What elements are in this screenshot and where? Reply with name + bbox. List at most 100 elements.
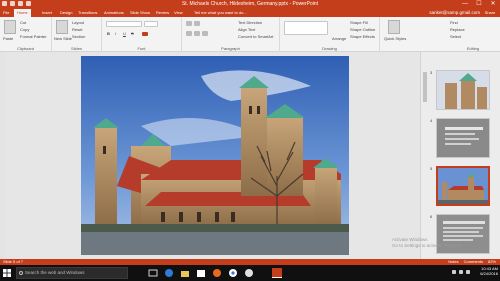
volume-icon[interactable] bbox=[459, 270, 463, 274]
thumbnail-box[interactable] bbox=[436, 70, 490, 110]
tab-view[interactable]: View bbox=[174, 9, 183, 17]
shape-effects-button[interactable]: Shape Effects bbox=[350, 34, 375, 39]
align-text-button[interactable]: Align Text bbox=[238, 27, 255, 32]
thumbnail-number: 5 bbox=[430, 166, 433, 171]
ribbon: Paste Cut Copy Format Painter Clipboard … bbox=[0, 17, 500, 52]
font-color-icon[interactable] bbox=[142, 32, 148, 36]
tab-design[interactable]: Design bbox=[60, 9, 72, 17]
firefox-icon[interactable] bbox=[212, 268, 222, 278]
strikethrough-button[interactable]: S bbox=[131, 31, 134, 36]
format-painter-button[interactable]: Format Painter bbox=[20, 34, 46, 39]
title-bar: St. Michaels Church, Hildesheim, Germany… bbox=[0, 0, 500, 9]
section-button[interactable]: Section bbox=[72, 34, 85, 39]
task-view-icon[interactable] bbox=[148, 268, 158, 278]
church-photo bbox=[81, 56, 349, 255]
thumbnail-box[interactable] bbox=[436, 118, 490, 158]
layout-button[interactable]: Layout bbox=[72, 20, 84, 25]
thumbnail-box[interactable] bbox=[436, 166, 490, 206]
tab-home[interactable]: Home bbox=[14, 9, 31, 17]
slides-group: New Slide Layout Reset Section Slides bbox=[52, 17, 102, 52]
search-placeholder: Search the web and Windows bbox=[25, 270, 85, 275]
align-left-icon[interactable] bbox=[186, 31, 192, 36]
clipboard-label: Clipboard bbox=[16, 46, 35, 51]
drawing-group: Arrange Shape Fill Shape Outline Shape E… bbox=[280, 17, 380, 52]
media-icon[interactable] bbox=[244, 268, 254, 278]
notification-icon[interactable] bbox=[466, 270, 470, 274]
share-button[interactable]: Share bbox=[483, 10, 497, 16]
quick-styles-group: Quick Styles bbox=[380, 17, 422, 52]
font-label: Font bbox=[137, 46, 146, 51]
system-clock[interactable]: 10:43 AM 6/24/2016 bbox=[480, 266, 498, 280]
powerpoint-taskbar-icon[interactable] bbox=[272, 268, 282, 278]
quick-styles-button[interactable]: Quick Styles bbox=[384, 36, 406, 41]
save-icon[interactable] bbox=[2, 1, 7, 6]
start-from-beginning-icon[interactable] bbox=[26, 1, 31, 6]
font-name-box[interactable] bbox=[106, 21, 142, 27]
tell-me-box[interactable]: Tell me what you want to do... bbox=[194, 9, 247, 17]
redo-icon[interactable] bbox=[18, 1, 23, 6]
slide-thumbnails-pane: 3 4 5 6 bbox=[428, 52, 500, 259]
edge-browser-icon[interactable] bbox=[164, 268, 174, 278]
search-icon bbox=[19, 271, 23, 275]
paragraph-group: Text Direction Align Text Convert to Sma… bbox=[182, 17, 280, 52]
tab-insert[interactable]: Insert bbox=[42, 9, 52, 17]
font-group: B I U S Font bbox=[102, 17, 182, 52]
convert-smartart-button[interactable]: Convert to SmartArt bbox=[238, 34, 273, 39]
taskbar-search-box[interactable]: Search the web and Windows bbox=[16, 267, 128, 279]
powerpoint-window: St. Michaels Church, Hildesheim, Germany… bbox=[0, 0, 500, 281]
thumbnail-number: 4 bbox=[430, 118, 433, 123]
windows-start-icon[interactable] bbox=[3, 269, 11, 277]
file-explorer-icon[interactable] bbox=[180, 268, 190, 278]
arrange-button[interactable]: Arrange bbox=[332, 36, 346, 41]
reset-button[interactable]: Reset bbox=[72, 27, 82, 32]
shapes-gallery[interactable] bbox=[284, 21, 328, 35]
vertical-scrollbar[interactable] bbox=[420, 52, 428, 259]
tab-animations[interactable]: Animations bbox=[104, 9, 124, 17]
clock-date: 6/24/2016 bbox=[480, 271, 498, 276]
cut-button[interactable]: Cut bbox=[20, 20, 26, 25]
clipboard-group: Paste Cut Copy Format Painter Clipboard bbox=[0, 17, 52, 52]
paste-button[interactable]: Paste bbox=[3, 36, 13, 41]
replace-button[interactable]: Replace bbox=[450, 27, 465, 32]
bold-button[interactable]: B bbox=[107, 31, 110, 36]
bullets-icon[interactable] bbox=[186, 21, 192, 26]
minimize-button[interactable]: — bbox=[458, 0, 472, 9]
paste-icon[interactable] bbox=[4, 20, 16, 34]
new-slide-icon[interactable] bbox=[56, 20, 68, 34]
tab-transitions[interactable]: Transitions bbox=[78, 9, 97, 17]
shape-outline-button[interactable]: Shape Outline bbox=[350, 27, 375, 32]
tab-review[interactable]: Review bbox=[156, 9, 169, 17]
slides-label: Slides bbox=[71, 46, 82, 51]
close-button[interactable]: ✕ bbox=[486, 0, 500, 9]
maximize-button[interactable]: ☐ bbox=[472, 0, 486, 9]
numbering-icon[interactable] bbox=[194, 21, 200, 26]
undo-icon[interactable] bbox=[10, 1, 15, 6]
drawing-label: Drawing bbox=[322, 46, 337, 51]
quick-styles-icon[interactable] bbox=[388, 20, 400, 34]
editing-group: Find Replace Select Editing bbox=[446, 17, 500, 52]
tab-slide-show[interactable]: Slide Show bbox=[130, 9, 150, 17]
new-slide-button[interactable]: New Slide bbox=[54, 36, 72, 41]
align-center-icon[interactable] bbox=[194, 31, 200, 36]
font-size-box[interactable] bbox=[144, 21, 158, 27]
scrollbar-thumb[interactable] bbox=[423, 72, 427, 102]
watermark-line2: Go to Settings to activate Windows. bbox=[392, 243, 464, 248]
shape-fill-button[interactable]: Shape Fill bbox=[350, 20, 368, 25]
network-icon[interactable] bbox=[452, 270, 456, 274]
current-slide[interactable] bbox=[81, 56, 349, 255]
account-name[interactable]: sanket@samp.gmail.com bbox=[429, 9, 480, 17]
thumbnail-number: 3 bbox=[430, 70, 433, 75]
find-button[interactable]: Find bbox=[450, 20, 458, 25]
store-icon[interactable] bbox=[196, 268, 206, 278]
italic-button[interactable]: I bbox=[115, 31, 116, 36]
text-direction-button[interactable]: Text Direction bbox=[238, 20, 262, 25]
window-title: St. Michaels Church, Hildesheim, Germany… bbox=[181, 1, 319, 7]
select-button[interactable]: Select bbox=[450, 34, 461, 39]
align-right-icon[interactable] bbox=[202, 31, 208, 36]
tab-file[interactable]: File bbox=[3, 9, 9, 17]
underline-button[interactable]: U bbox=[123, 31, 126, 36]
activate-windows-watermark: Activate Windows Go to Settings to activ… bbox=[392, 237, 463, 249]
copy-button[interactable]: Copy bbox=[20, 27, 29, 32]
paragraph-label: Paragraph bbox=[221, 46, 240, 51]
chrome-icon[interactable] bbox=[228, 268, 238, 278]
